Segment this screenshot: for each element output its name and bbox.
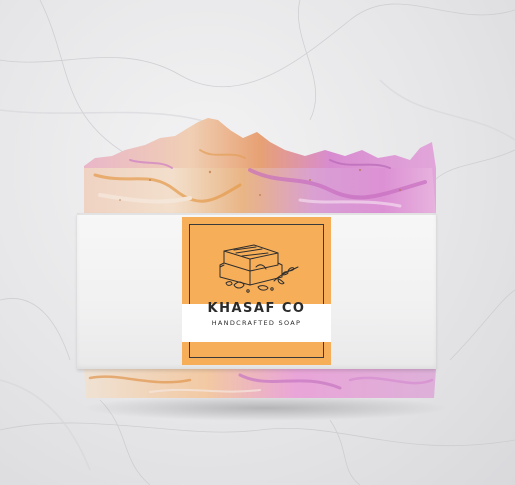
- product-label: KHASAF CO HANDCRAFTED SOAP: [182, 217, 331, 365]
- brand-name: KHASAF CO: [207, 301, 306, 316]
- soap-bar-with-botanicals-icon: [219, 244, 299, 293]
- tagline: HANDCRAFTED SOAP: [211, 319, 302, 327]
- product-photo: KHASAF CO HANDCRAFTED SOAP: [0, 0, 515, 485]
